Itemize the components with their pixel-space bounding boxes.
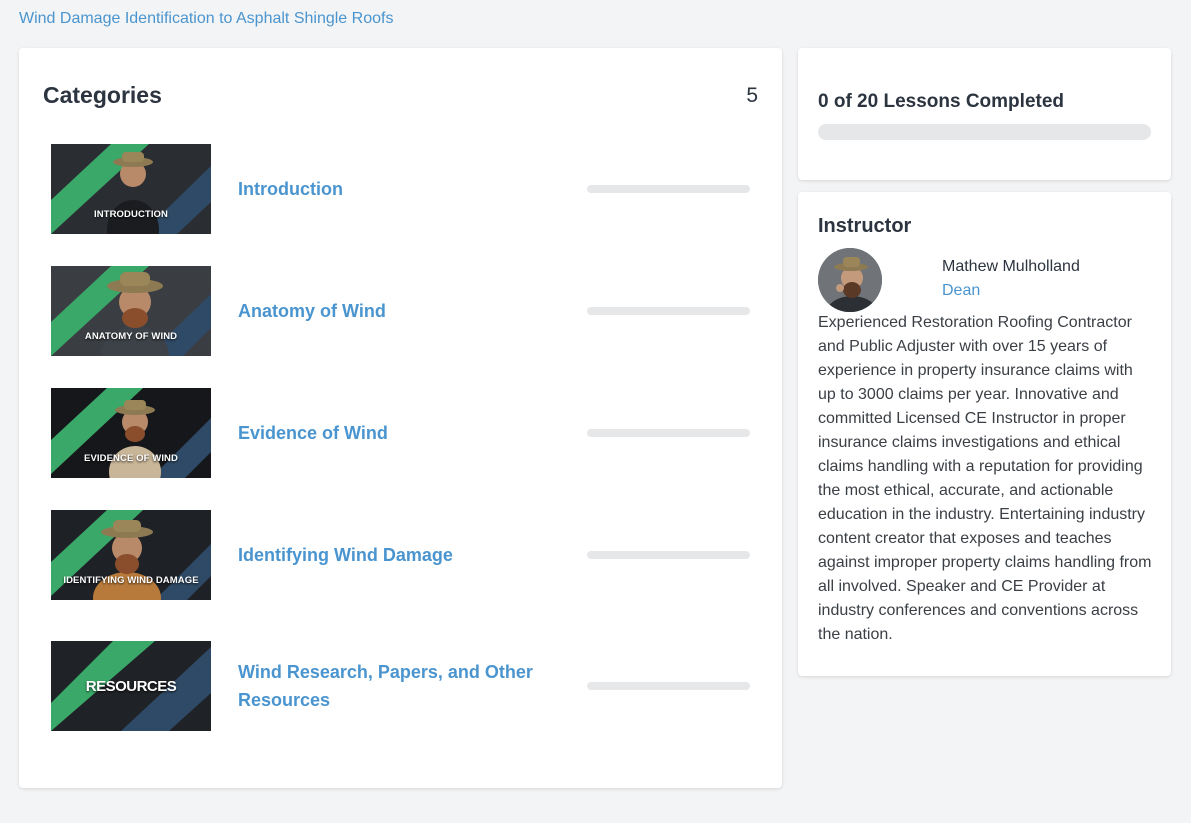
category-progress-bar [587,185,750,193]
instructor-heading: Instructor [818,215,912,237]
category-item-introduction[interactable]: INTRODUCTION Introduction [51,144,751,234]
thumbnail-graphic [51,510,211,600]
category-item-resources[interactable]: RESOURCES Wind Research, Papers, and Oth… [51,641,751,731]
category-title[interactable]: Anatomy of Wind [238,297,558,325]
instructor-name: Mathew Mulholland [942,258,1080,275]
lessons-completed-text: 0 of 20 Lessons Completed [818,91,1065,112]
category-progress-bar [587,682,750,690]
thumbnail-caption: INTRODUCTION [93,209,169,220]
thumbnail-caption: RESOURCES [85,678,177,695]
category-thumbnail[interactable]: IDENTIFYING WIND DAMAGE [51,510,211,600]
category-progress-bar [587,551,750,559]
categories-count: 5 [746,84,758,107]
thumbnail-caption: EVIDENCE OF WIND [84,453,178,464]
category-title[interactable]: Identifying Wind Damage [238,541,558,569]
lessons-progress-card: 0 of 20 Lessons Completed [798,48,1171,180]
category-thumbnail[interactable]: INTRODUCTION [51,144,211,234]
lessons-progress-bar [818,124,1151,140]
thumbnail-graphic [51,388,211,478]
category-thumbnail[interactable]: EVIDENCE OF WIND [51,388,211,478]
category-progress-bar [587,307,750,315]
category-title[interactable]: Introduction [238,175,558,203]
category-progress-bar [587,429,750,437]
category-title[interactable]: Wind Research, Papers, and Other Resourc… [238,658,558,714]
thumbnail-graphic [51,144,211,234]
thumbnail-caption: IDENTIFYING WIND DAMAGE [63,575,199,586]
category-item-evidence-of-wind[interactable]: EVIDENCE OF WIND Evidence of Wind [51,388,751,478]
category-item-identifying-wind-damage[interactable]: IDENTIFYING WIND DAMAGE Identifying Wind… [51,510,751,600]
category-item-anatomy-of-wind[interactable]: ANATOMY OF WIND Anatomy of Wind [51,266,751,356]
instructor-card: Instructor Mathew Mulholland Dean Experi… [798,192,1171,676]
instructor-avatar [818,248,882,312]
avatar-icon [818,248,882,312]
category-title[interactable]: Evidence of Wind [238,419,558,447]
category-thumbnail[interactable]: ANATOMY OF WIND [51,266,211,356]
instructor-role[interactable]: Dean [942,282,980,300]
instructor-bio: Experienced Restoration Roofing Contract… [818,314,1152,643]
category-thumbnail[interactable]: RESOURCES [51,641,211,731]
breadcrumb-course-link[interactable]: Wind Damage Identification to Asphalt Sh… [19,10,393,28]
thumbnail-caption: ANATOMY OF WIND [84,331,178,342]
categories-heading: Categories [43,82,162,108]
thumbnail-graphic [51,266,211,356]
categories-card: Categories 5 INTRODUCTION Introduction A… [19,48,782,788]
